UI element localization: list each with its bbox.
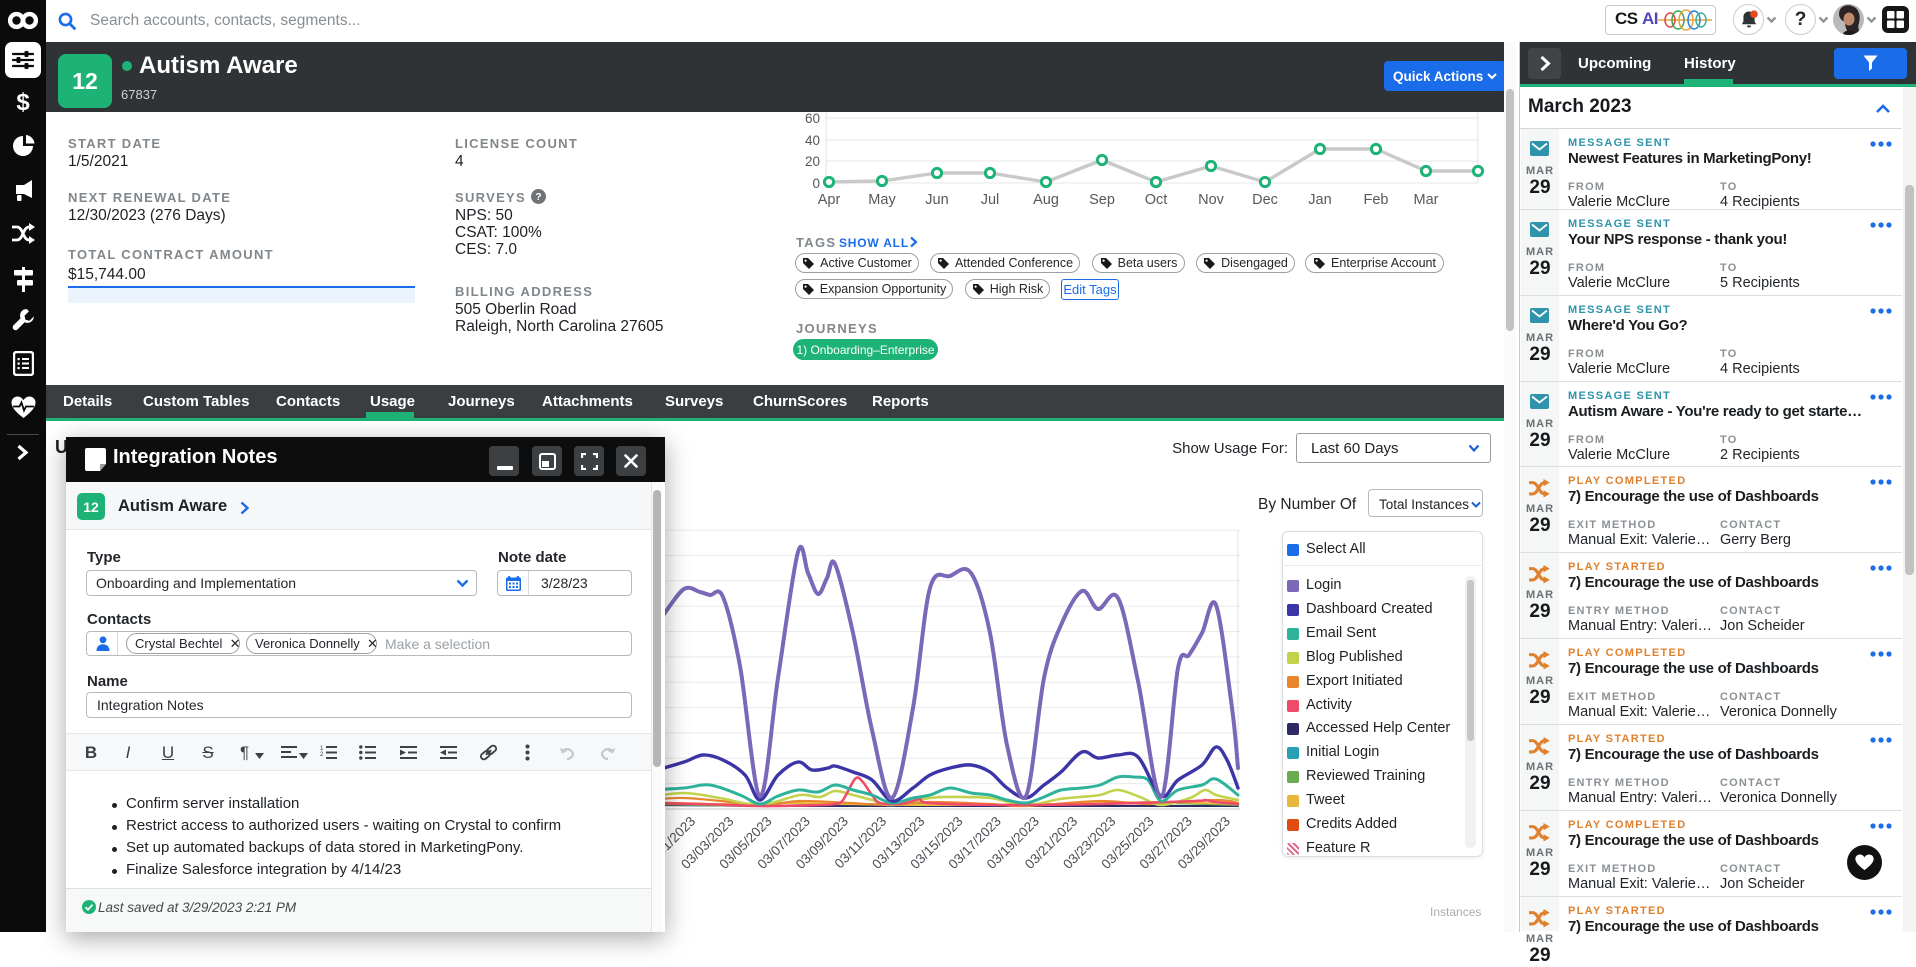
svg-text:Nov: Nov — [1198, 192, 1225, 208]
svg-text:Dec: Dec — [1252, 192, 1278, 208]
svg-text:Feb: Feb — [1364, 192, 1389, 208]
svg-text:?: ? — [535, 191, 541, 203]
svg-text:Apr: Apr — [818, 192, 841, 208]
svg-text:Jun: Jun — [925, 192, 948, 208]
svg-text:20: 20 — [805, 154, 820, 169]
svg-text:2: 2 — [320, 752, 324, 758]
svg-text:40: 40 — [805, 133, 820, 148]
svg-text:0: 0 — [812, 176, 820, 191]
svg-text:60: 60 — [805, 111, 820, 126]
svg-text:Mar: Mar — [1414, 192, 1439, 208]
svg-text:Oct: Oct — [1145, 192, 1168, 208]
svg-text:Jul: Jul — [981, 192, 1000, 208]
svg-text:May: May — [868, 192, 896, 208]
svg-text:Aug: Aug — [1033, 192, 1059, 208]
svg-text:Sep: Sep — [1089, 192, 1115, 208]
svg-text:Jan: Jan — [1308, 192, 1331, 208]
